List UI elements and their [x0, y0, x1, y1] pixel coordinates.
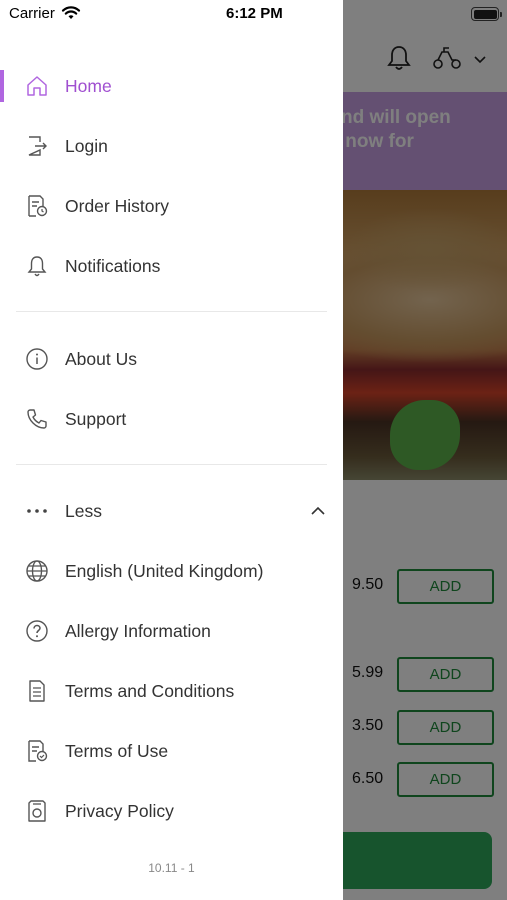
divider	[16, 464, 327, 465]
order-history-icon	[25, 194, 49, 218]
menu-item-order-history[interactable]: Order History	[0, 182, 343, 230]
status-bar: Carrier 6:12 PM	[0, 0, 507, 28]
menu-item-terms-and-conditions[interactable]: Terms and Conditions	[0, 667, 343, 715]
menu-item-label: Login	[65, 135, 108, 156]
home-icon	[25, 74, 49, 98]
document-icon	[25, 679, 49, 703]
carrier-label: Carrier	[9, 5, 55, 22]
app-version: 10.11 - 1	[148, 861, 195, 875]
menu-item-label: About Us	[65, 348, 137, 369]
menu-item-support[interactable]: Support	[0, 395, 343, 443]
menu-item-label: Support	[65, 408, 127, 429]
menu-item-label: Privacy Policy	[65, 800, 174, 821]
chevron-up-icon	[311, 506, 325, 515]
menu-item-home[interactable]: Home	[0, 62, 343, 110]
menu-item-less[interactable]: Less	[0, 487, 343, 535]
more-dots-icon	[25, 499, 49, 523]
navigation-drawer: Home Login Order History Notifications A…	[0, 0, 343, 900]
menu-item-privacy-policy[interactable]: Privacy Policy	[0, 787, 343, 835]
divider	[16, 311, 327, 312]
menu-item-label: Notifications	[65, 255, 161, 276]
menu-item-terms-of-use[interactable]: Terms of Use	[0, 727, 343, 775]
question-icon	[25, 619, 49, 643]
menu-item-notifications[interactable]: Notifications	[0, 242, 343, 290]
document-check-icon	[25, 739, 49, 763]
info-icon	[25, 347, 49, 371]
wifi-icon	[61, 6, 81, 19]
globe-icon	[25, 559, 49, 583]
menu-item-label: Order History	[65, 195, 170, 216]
menu-item-label: Allergy Information	[65, 620, 211, 641]
menu-item-about-us[interactable]: About Us	[0, 335, 343, 383]
privacy-icon	[25, 799, 49, 823]
phone-icon	[25, 407, 49, 431]
menu-item-allergy-information[interactable]: Allergy Information	[0, 607, 343, 655]
battery-icon	[471, 7, 502, 21]
menu-item-label: Home	[65, 75, 112, 96]
bell-icon	[25, 254, 49, 278]
clock: 6:12 PM	[226, 5, 283, 22]
menu-item-login[interactable]: Login	[0, 122, 343, 170]
menu-item-label: Less	[65, 500, 102, 521]
menu-item-label: English (United Kingdom)	[65, 560, 264, 581]
login-icon	[25, 134, 49, 158]
menu-item-language[interactable]: English (United Kingdom)	[0, 547, 343, 595]
menu-item-label: Terms and Conditions	[65, 680, 235, 701]
menu-item-label: Terms of Use	[65, 740, 169, 761]
